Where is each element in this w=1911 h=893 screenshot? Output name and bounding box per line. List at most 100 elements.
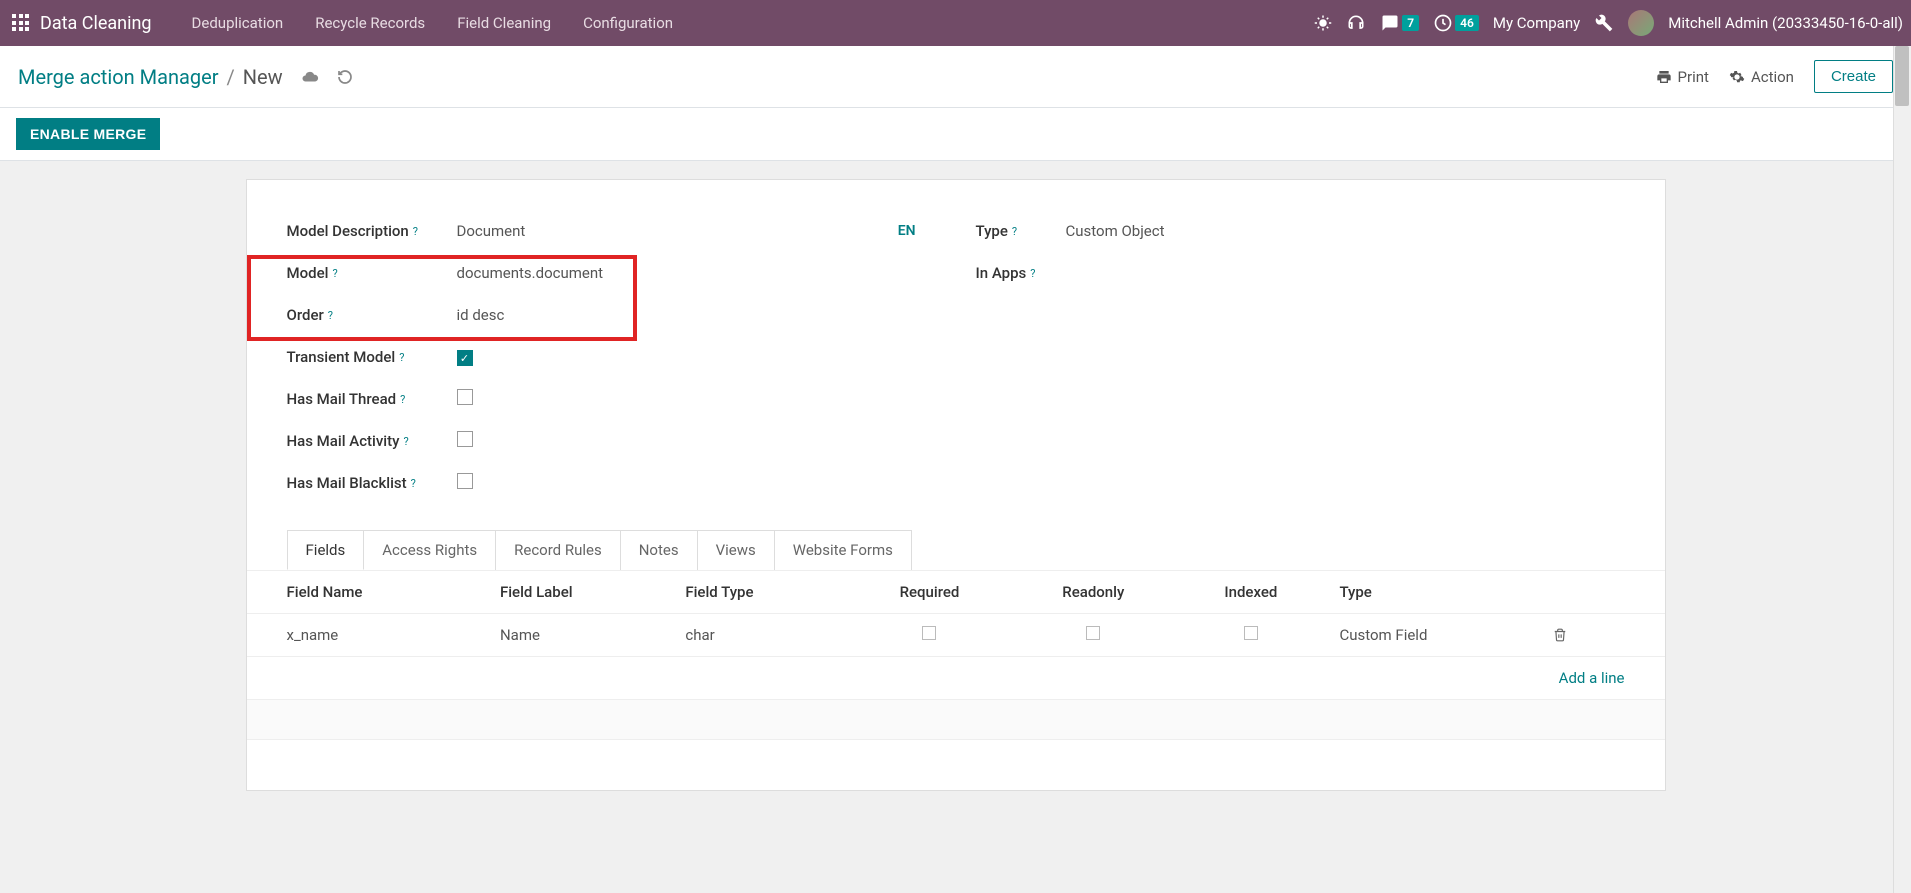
th-field-type[interactable]: Field Type xyxy=(671,571,848,614)
help-icon[interactable]: ? xyxy=(1012,225,1017,238)
checkbox-mail-activity[interactable] xyxy=(457,431,473,447)
support-icon[interactable] xyxy=(1346,13,1366,33)
label-type: Type xyxy=(976,222,1008,240)
field-mail-blacklist: Has Mail Blacklist? xyxy=(287,462,936,504)
discard-icon[interactable] xyxy=(337,69,353,85)
messages-badge: 7 xyxy=(1402,15,1419,31)
cloud-save-icon[interactable] xyxy=(301,68,319,86)
tab-fields[interactable]: Fields xyxy=(287,530,365,570)
messages-icon[interactable]: 7 xyxy=(1380,14,1419,32)
nav-recycle-records[interactable]: Recycle Records xyxy=(299,14,441,32)
help-icon[interactable]: ? xyxy=(400,393,405,406)
form-sheet: Model Description? Document EN Model? do… xyxy=(246,179,1666,791)
label-order: Order xyxy=(287,306,324,324)
help-icon[interactable]: ? xyxy=(1030,267,1035,280)
cell-field-name: x_name xyxy=(247,614,486,657)
field-model: Model? documents.document xyxy=(287,252,936,294)
th-field-name[interactable]: Field Name xyxy=(247,571,486,614)
help-icon[interactable]: ? xyxy=(399,351,404,364)
th-required[interactable]: Required xyxy=(849,571,1011,614)
add-line-link[interactable]: Add a line xyxy=(1559,669,1625,687)
breadcrumb: Merge action Manager / New xyxy=(18,65,353,89)
workspace: Model Description? Document EN Model? do… xyxy=(0,161,1911,809)
checkbox-indexed[interactable] xyxy=(1244,626,1258,640)
table-footer-row xyxy=(247,740,1665,780)
cell-field-label: Name xyxy=(486,614,671,657)
label-mail-activity: Has Mail Activity xyxy=(287,432,400,450)
cell-type: Custom Field xyxy=(1325,614,1539,657)
activities-badge: 46 xyxy=(1455,15,1479,31)
label-model-description: Model Description xyxy=(287,222,409,240)
table-empty-row xyxy=(247,700,1665,740)
scrollbar-thumb[interactable] xyxy=(1895,46,1909,106)
action-button[interactable]: Action xyxy=(1729,68,1794,86)
tab-notes[interactable]: Notes xyxy=(620,530,698,570)
tab-record-rules[interactable]: Record Rules xyxy=(495,530,621,570)
field-mail-activity: Has Mail Activity? xyxy=(287,420,936,462)
language-badge[interactable]: EN xyxy=(898,223,916,239)
tools-icon[interactable] xyxy=(1594,13,1614,33)
nav-field-cleaning[interactable]: Field Cleaning xyxy=(441,14,567,32)
checkbox-transient[interactable]: ✓ xyxy=(457,350,473,366)
help-icon[interactable]: ? xyxy=(328,309,333,322)
tab-views[interactable]: Views xyxy=(697,530,775,570)
label-model: Model xyxy=(287,264,329,282)
company-name[interactable]: My Company xyxy=(1493,14,1580,32)
debug-icon[interactable] xyxy=(1314,14,1332,32)
scrollbar[interactable] xyxy=(1893,46,1911,893)
tabs: Fields Access Rights Record Rules Notes … xyxy=(287,530,1625,570)
avatar[interactable] xyxy=(1628,10,1654,36)
value-model[interactable]: documents.document xyxy=(457,264,936,282)
gear-icon xyxy=(1729,69,1745,85)
table-row[interactable]: x_name Name char Custom Field xyxy=(247,614,1665,657)
user-name[interactable]: Mitchell Admin (20333450-16-0-all) xyxy=(1668,14,1903,32)
print-label: Print xyxy=(1678,68,1709,86)
th-actions xyxy=(1539,571,1664,614)
label-mail-blacklist: Has Mail Blacklist xyxy=(287,474,407,492)
enable-merge-button[interactable]: ENABLE MERGE xyxy=(16,118,160,150)
help-icon[interactable]: ? xyxy=(411,477,416,490)
nav-deduplication[interactable]: Deduplication xyxy=(176,14,300,32)
form-right-column: Type? Custom Object In Apps? xyxy=(976,210,1625,504)
activities-icon[interactable]: 46 xyxy=(1433,13,1479,33)
subheader: Merge action Manager / New Print Action … xyxy=(0,46,1911,108)
field-model-description: Model Description? Document EN xyxy=(287,210,936,252)
label-mail-thread: Has Mail Thread xyxy=(287,390,397,408)
field-order: Order? id desc xyxy=(287,294,936,336)
label-in-apps: In Apps xyxy=(976,264,1027,282)
nav-configuration[interactable]: Configuration xyxy=(567,14,689,32)
th-readonly[interactable]: Readonly xyxy=(1010,571,1176,614)
field-type: Type? Custom Object xyxy=(976,210,1625,252)
tab-website-forms[interactable]: Website Forms xyxy=(774,530,912,570)
action-label: Action xyxy=(1751,68,1794,86)
trash-icon[interactable] xyxy=(1553,627,1624,643)
status-row: ENABLE MERGE xyxy=(0,108,1911,161)
checkbox-mail-blacklist[interactable] xyxy=(457,473,473,489)
breadcrumb-separator: / xyxy=(227,65,235,89)
value-order[interactable]: id desc xyxy=(457,306,936,324)
print-icon xyxy=(1656,69,1672,85)
cell-field-type: char xyxy=(671,614,848,657)
checkbox-required[interactable] xyxy=(922,626,936,640)
top-navbar: Data Cleaning Deduplication Recycle Reco… xyxy=(0,0,1911,46)
breadcrumb-parent[interactable]: Merge action Manager xyxy=(18,65,219,89)
checkbox-readonly[interactable] xyxy=(1086,626,1100,640)
checkbox-mail-thread[interactable] xyxy=(457,389,473,405)
th-type[interactable]: Type xyxy=(1325,571,1539,614)
label-transient: Transient Model xyxy=(287,348,396,366)
value-model-description[interactable]: Document xyxy=(457,222,898,240)
fields-table: Field Name Field Label Field Type Requir… xyxy=(247,570,1665,780)
th-indexed[interactable]: Indexed xyxy=(1176,571,1325,614)
tab-access-rights[interactable]: Access Rights xyxy=(363,530,496,570)
create-button[interactable]: Create xyxy=(1814,60,1893,93)
value-type[interactable]: Custom Object xyxy=(1066,222,1625,240)
field-transient: Transient Model? ✓ xyxy=(287,336,936,378)
apps-icon[interactable] xyxy=(12,14,30,32)
help-icon[interactable]: ? xyxy=(403,435,408,448)
th-field-label[interactable]: Field Label xyxy=(486,571,671,614)
app-brand[interactable]: Data Cleaning xyxy=(40,13,152,34)
print-button[interactable]: Print xyxy=(1656,68,1709,86)
help-icon[interactable]: ? xyxy=(413,225,418,238)
help-icon[interactable]: ? xyxy=(332,267,337,280)
table-row-add: Add a line xyxy=(247,657,1665,700)
